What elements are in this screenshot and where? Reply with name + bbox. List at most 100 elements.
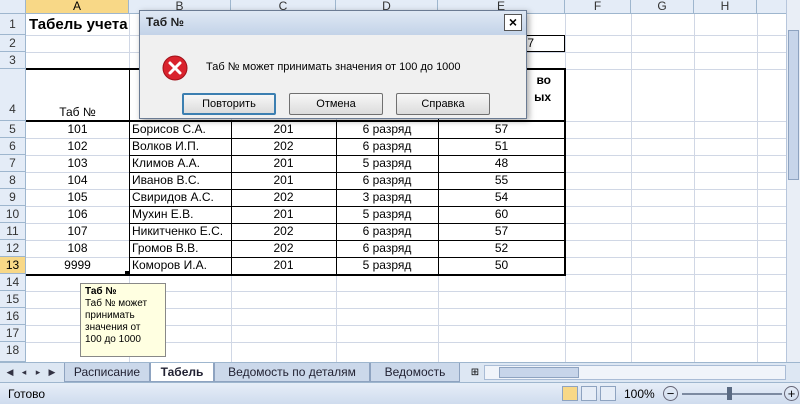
tab-raspisanie[interactable]: Расписание	[64, 363, 150, 382]
cell-name[interactable]: Волков И.П.	[129, 138, 231, 155]
cell-c[interactable]: 201	[231, 155, 336, 172]
cell-d[interactable]: 6 разряд	[336, 240, 438, 257]
cell-c[interactable]: 202	[231, 240, 336, 257]
row-header-6[interactable]: 6	[0, 138, 26, 155]
column-header-a[interactable]: A	[26, 0, 129, 14]
row-header-10[interactable]: 10	[0, 206, 26, 223]
row-header-15[interactable]: 15	[0, 291, 26, 308]
help-button[interactable]: Справка	[396, 93, 490, 115]
row-header-2[interactable]: 2	[0, 35, 26, 52]
page-break-view-icon[interactable]	[600, 386, 616, 401]
cell-e[interactable]: 60	[438, 206, 565, 223]
cell-d[interactable]: 3 разряд	[336, 189, 438, 206]
row-header-17[interactable]: 17	[0, 325, 26, 342]
cell-d[interactable]: 6 разряд	[336, 138, 438, 155]
cell-tab[interactable]: 103	[26, 155, 129, 172]
cell-c[interactable]: 202	[231, 138, 336, 155]
cell-c[interactable]: 202	[231, 223, 336, 240]
select-all-corner[interactable]	[0, 0, 26, 14]
error-dialog: Таб № × Таб № может принимать значения о…	[139, 10, 527, 119]
row-header-13[interactable]: 13	[0, 257, 26, 274]
cell-e[interactable]: 51	[438, 138, 565, 155]
row-header-16[interactable]: 16	[0, 308, 26, 325]
row-header-7[interactable]: 7	[0, 155, 26, 172]
row-header-8[interactable]: 8	[0, 172, 26, 189]
vertical-scroll-thumb[interactable]	[788, 30, 799, 180]
dialog-titlebar[interactable]: Таб № ×	[140, 11, 526, 35]
zoom-slider-thumb[interactable]	[727, 387, 732, 400]
cell-tab[interactable]: 108	[26, 240, 129, 257]
cell-e[interactable]: 54	[438, 189, 565, 206]
cell-name[interactable]: Борисов С.А.	[129, 121, 231, 138]
cell-name[interactable]: Коморов И.А.	[129, 257, 231, 274]
row-header-5[interactable]: 5	[0, 121, 26, 138]
column-header-f[interactable]: F	[565, 0, 631, 14]
cell-c[interactable]: 201	[231, 206, 336, 223]
normal-view-icon[interactable]	[562, 386, 578, 401]
cell-d[interactable]: 6 разряд	[336, 172, 438, 189]
cell-c[interactable]: 201	[231, 121, 336, 138]
cell-tab[interactable]: 104	[26, 172, 129, 189]
cell-tab[interactable]: 105	[26, 189, 129, 206]
close-icon[interactable]: ×	[504, 14, 522, 31]
horizontal-scrollbar[interactable]	[484, 365, 786, 380]
horizontal-scroll-thumb[interactable]	[499, 367, 579, 378]
row-header-18[interactable]: 18	[0, 342, 26, 362]
tab-tabel[interactable]: Табель	[150, 363, 214, 382]
cell-name[interactable]: Свиридов А.С.	[129, 189, 231, 206]
cell-e[interactable]: 55	[438, 172, 565, 189]
column-header-h[interactable]: H	[694, 0, 757, 14]
row-header-9[interactable]: 9	[0, 189, 26, 206]
cell-name[interactable]: Иванов В.С.	[129, 172, 231, 189]
cell-tab[interactable]: 107	[26, 223, 129, 240]
cell-c[interactable]: 201	[231, 257, 336, 274]
row-header-11[interactable]: 11	[0, 223, 26, 240]
cell-e[interactable]: 50	[438, 257, 565, 274]
last-sheet-icon[interactable]: ▶	[46, 366, 58, 379]
cell-d[interactable]: 6 разряд	[336, 223, 438, 240]
dialog-message: Таб № может принимать значения от 100 до…	[206, 61, 461, 73]
tooltip-line: 100 до 1000	[85, 334, 141, 345]
cell-name[interactable]: Громов В.В.	[129, 240, 231, 257]
cell-tab[interactable]: 106	[26, 206, 129, 223]
zoom-out-icon[interactable]: −	[663, 386, 678, 401]
cell-e[interactable]: 52	[438, 240, 565, 257]
tab-vedomost-po-detalyam[interactable]: Ведомость по деталям	[214, 363, 370, 382]
row-header-4[interactable]: 4	[0, 69, 26, 121]
row-header-3[interactable]: 3	[0, 52, 26, 69]
dialog-title: Таб №	[146, 15, 184, 29]
row-header-14[interactable]: 14	[0, 274, 26, 291]
column-header-g[interactable]: G	[631, 0, 694, 14]
insert-sheet-icon[interactable]: ⊞	[468, 366, 482, 379]
fill-handle[interactable]	[125, 271, 129, 275]
cell-d[interactable]: 5 разряд	[336, 206, 438, 223]
cell-d[interactable]: 5 разряд	[336, 155, 438, 172]
header-tab-number[interactable]: Таб №	[26, 104, 129, 121]
vertical-scrollbar[interactable]	[786, 0, 800, 362]
tab-vedomost[interactable]: Ведомость	[370, 363, 460, 382]
cell-d[interactable]: 6 разряд	[336, 121, 438, 138]
cell-tab-active[interactable]: 9999	[26, 257, 129, 274]
tooltip-title: Таб №	[85, 286, 117, 297]
zoom-slider[interactable]	[682, 393, 782, 395]
cell-c[interactable]: 202	[231, 189, 336, 206]
zoom-in-icon[interactable]: +	[784, 386, 799, 401]
cell-c[interactable]: 201	[231, 172, 336, 189]
cancel-button[interactable]: Отмена	[289, 93, 383, 115]
cell-e[interactable]: 57	[438, 121, 565, 138]
first-sheet-icon[interactable]: ◀	[4, 366, 16, 379]
page-layout-view-icon[interactable]	[581, 386, 597, 401]
retry-button[interactable]: Повторить	[182, 93, 276, 115]
cell-tab[interactable]: 102	[26, 138, 129, 155]
cell-tab[interactable]: 101	[26, 121, 129, 138]
row-header-1[interactable]: 1	[0, 14, 26, 35]
row-header-12[interactable]: 12	[0, 240, 26, 257]
cell-d[interactable]: 5 разряд	[336, 257, 438, 274]
next-sheet-icon[interactable]: ▸	[32, 366, 44, 379]
cell-e[interactable]: 57	[438, 223, 565, 240]
cell-name[interactable]: Климов А.А.	[129, 155, 231, 172]
cell-e[interactable]: 48	[438, 155, 565, 172]
cell-name[interactable]: Никитченко Е.С.	[129, 223, 231, 240]
prev-sheet-icon[interactable]: ◂	[18, 366, 30, 379]
cell-name[interactable]: Мухин Е.В.	[129, 206, 231, 223]
